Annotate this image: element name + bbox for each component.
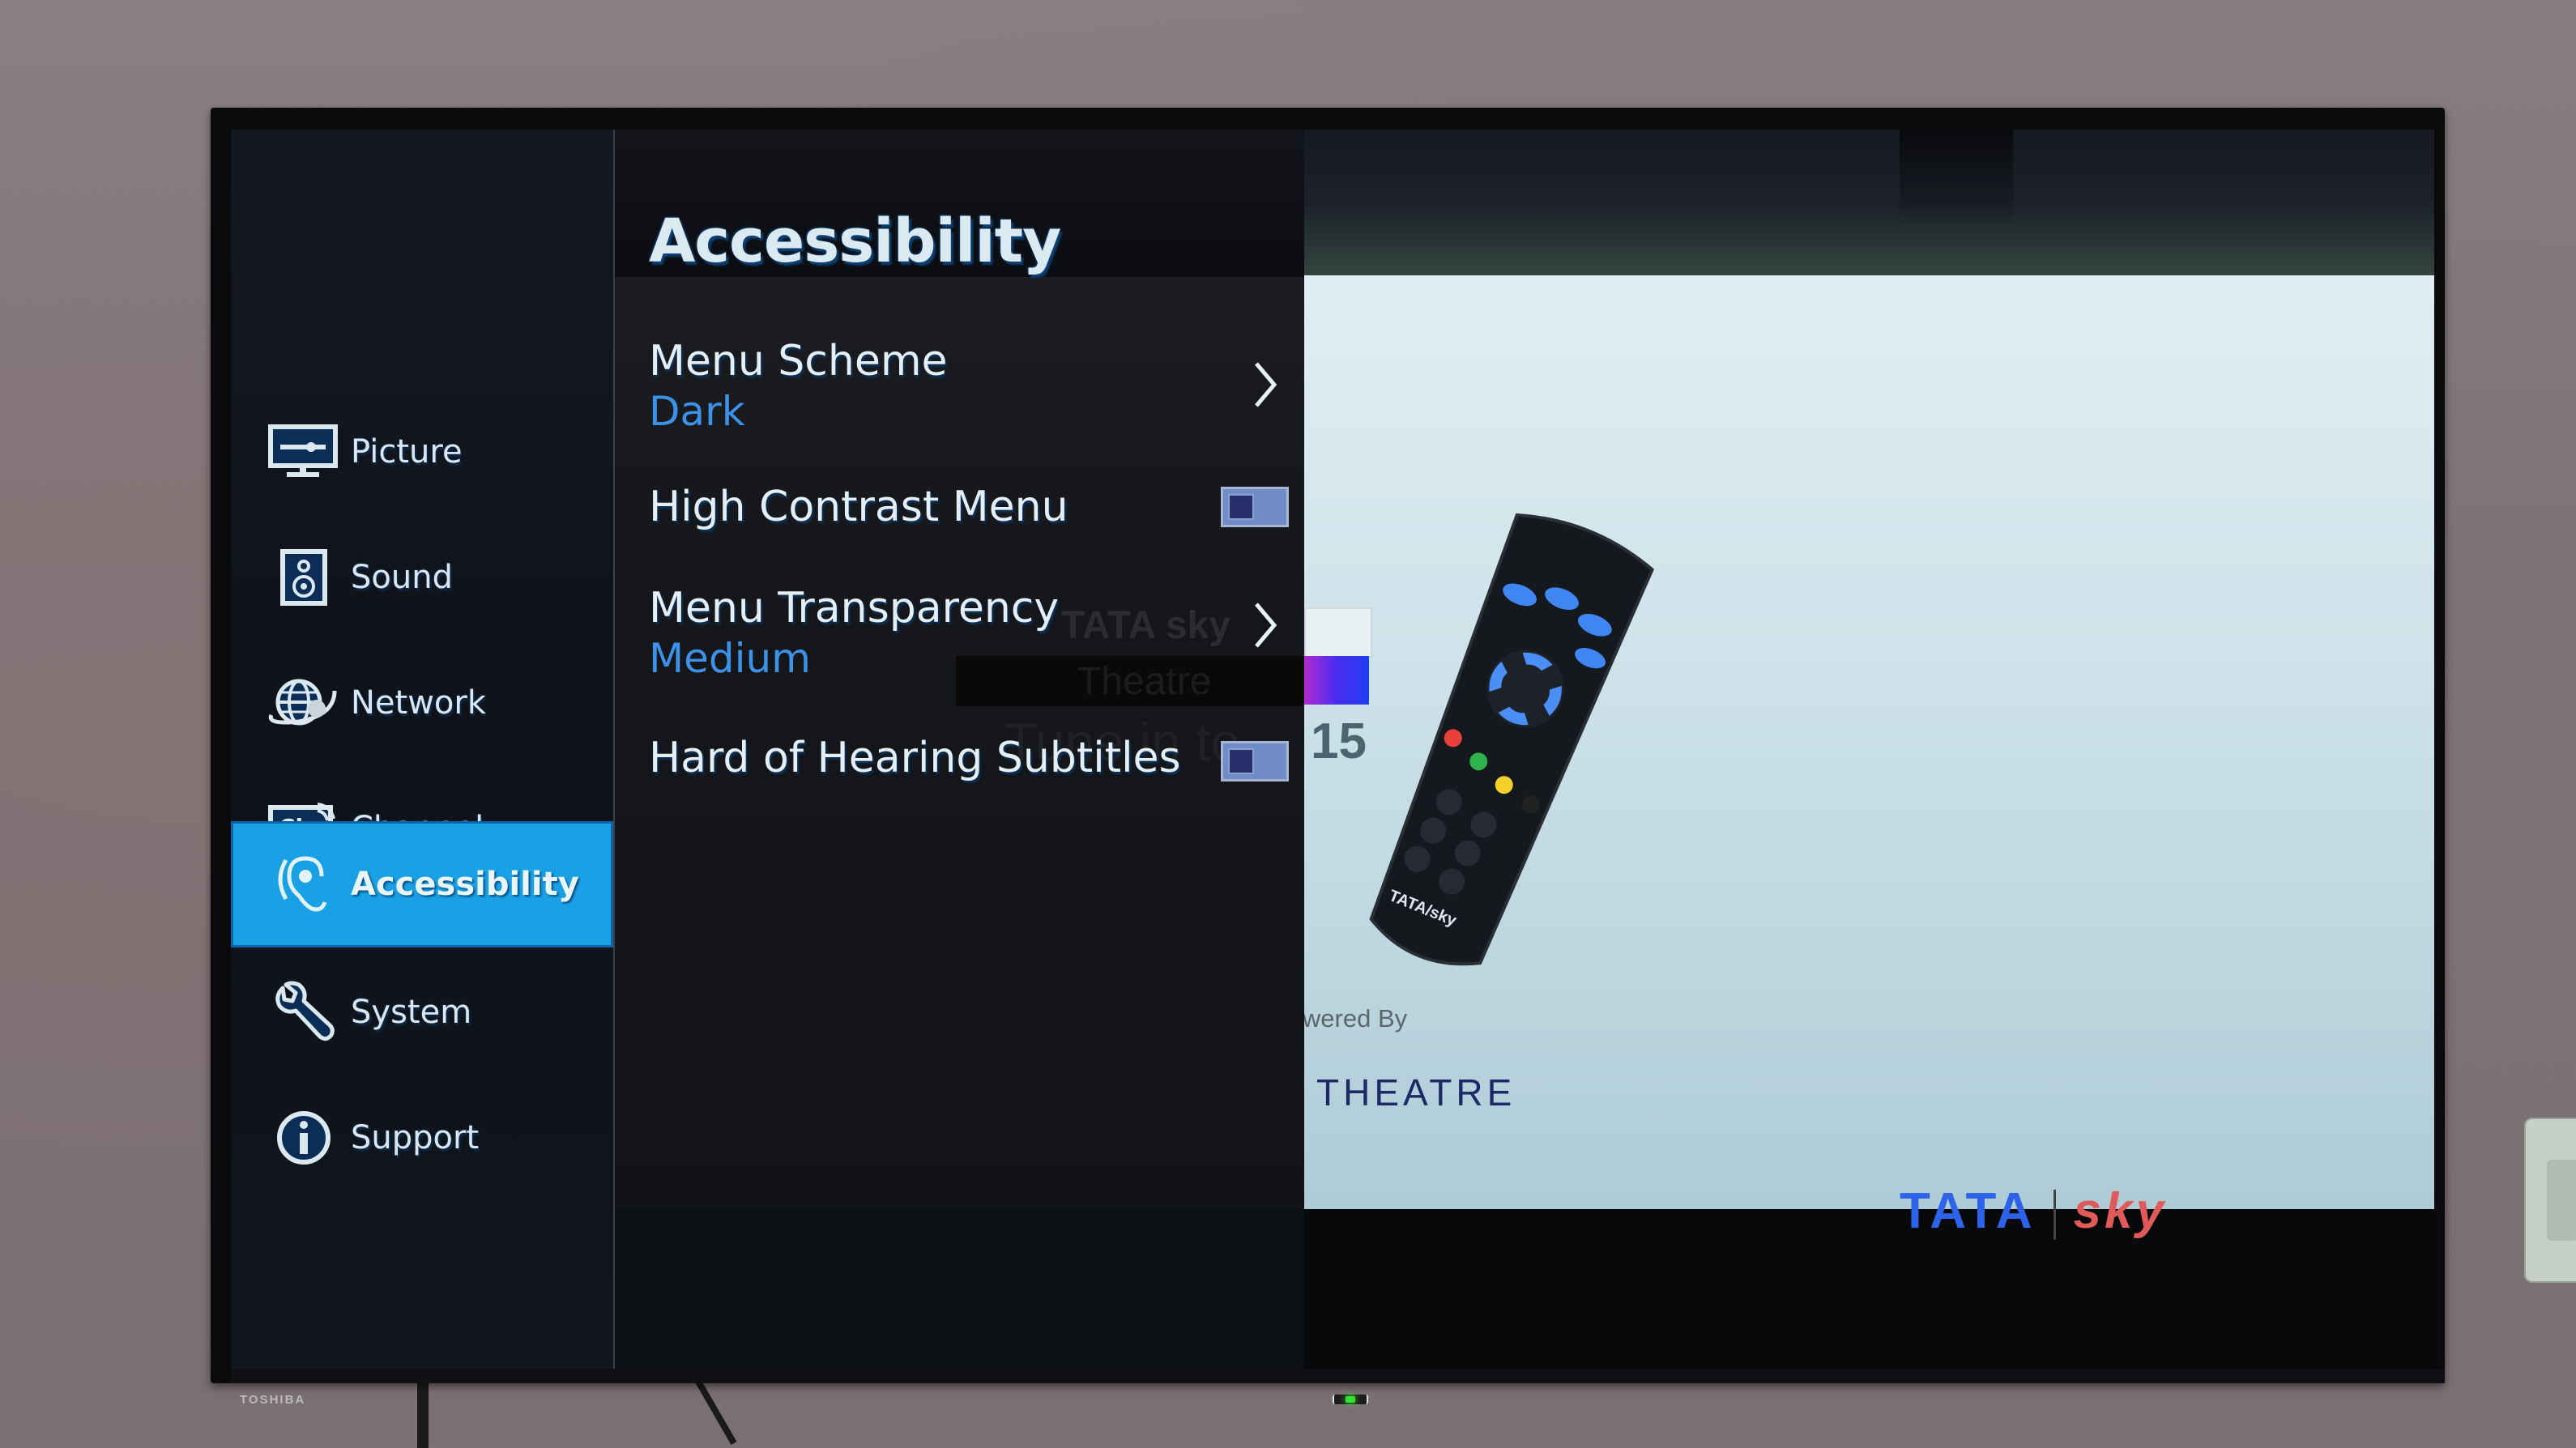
theatre-brand-text: THEATRE xyxy=(1316,1071,1516,1114)
sidebar-item-system[interactable]: System xyxy=(231,949,613,1075)
sidebar-item-accessibility[interactable]: Accessibility xyxy=(231,821,613,948)
logo-separator xyxy=(2053,1189,2056,1240)
high-contrast-toggle[interactable] xyxy=(1221,487,1289,527)
sidebar-divider xyxy=(613,130,615,1369)
option-menu-scheme[interactable]: Menu Scheme Dark xyxy=(649,336,1289,437)
option-high-contrast-menu[interactable]: High Contrast Menu xyxy=(649,482,1289,531)
settings-options-panel: TATA sky Theatre Tune in to Accessibilit… xyxy=(615,130,1304,1369)
toggle-knob xyxy=(1228,494,1254,520)
page-title: Accessibility xyxy=(649,207,1061,276)
video-brand-box xyxy=(1304,607,1372,658)
sidebar-item-label: Support xyxy=(351,1119,480,1156)
tv-brand-logo: TOSHIBA xyxy=(240,1393,306,1407)
video-channel-number: 15 xyxy=(1311,713,1367,769)
chevron-right-icon xyxy=(1255,603,1277,648)
wrench-icon xyxy=(263,980,344,1045)
hard-of-hearing-toggle[interactable] xyxy=(1221,741,1289,781)
option-label: High Contrast Menu xyxy=(649,483,1068,531)
monitor-icon xyxy=(263,419,344,484)
settings-sidebar: Picture Sound Network Ch Channel Accessi… xyxy=(231,130,613,1369)
toggle-knob xyxy=(1228,748,1254,774)
option-value: Dark xyxy=(649,388,745,435)
option-hard-of-hearing-subtitles[interactable]: Hard of Hearing Subtitles xyxy=(649,733,1289,782)
video-letterbox-top xyxy=(1304,130,2434,277)
sidebar-item-label: Network xyxy=(351,684,487,722)
sidebar-item-sound[interactable]: Sound xyxy=(231,514,613,641)
option-value: Medium xyxy=(649,635,811,682)
option-label: Menu Transparency xyxy=(649,584,1060,632)
ear-icon xyxy=(263,852,344,917)
info-icon xyxy=(263,1105,344,1170)
tv-bottom-strip xyxy=(231,1369,2445,1383)
tata-logo-text: TATA xyxy=(1900,1183,2036,1239)
globe-icon xyxy=(263,671,344,735)
tv-cable xyxy=(417,1377,429,1448)
sidebar-item-picture[interactable]: Picture xyxy=(231,389,613,515)
panel-footer xyxy=(615,1209,1304,1369)
sidebar-item-label: Picture xyxy=(351,433,463,471)
option-label: Hard of Hearing Subtitles xyxy=(649,734,1181,782)
speaker-icon xyxy=(263,545,344,610)
chevron-right-icon xyxy=(1255,362,1277,407)
video-shadow xyxy=(1900,130,2013,227)
sidebar-item-label: System xyxy=(351,994,472,1031)
video-letterbox-bottom xyxy=(1304,1209,2434,1369)
option-menu-transparency[interactable]: Menu Transparency Medium xyxy=(649,583,1289,684)
wall-switch-plate xyxy=(2524,1118,2576,1283)
sidebar-item-support[interactable]: Support xyxy=(231,1075,613,1201)
sidebar-item-label: Accessibility xyxy=(351,866,579,903)
tv-screen: 15 TATA/sky Powered By ZEE THEATRE TATAs… xyxy=(231,130,2434,1369)
tatasky-corner-logo: TATA sky xyxy=(1900,1182,2167,1240)
sidebar-item-label: Sound xyxy=(351,559,453,596)
sidebar-item-network[interactable]: Network xyxy=(231,640,613,766)
video-brand-gradient xyxy=(1304,656,1369,705)
sky-logo-text: sky xyxy=(2073,1183,2167,1239)
power-led-icon xyxy=(1333,1395,1368,1404)
option-label: Menu Scheme xyxy=(649,337,948,385)
